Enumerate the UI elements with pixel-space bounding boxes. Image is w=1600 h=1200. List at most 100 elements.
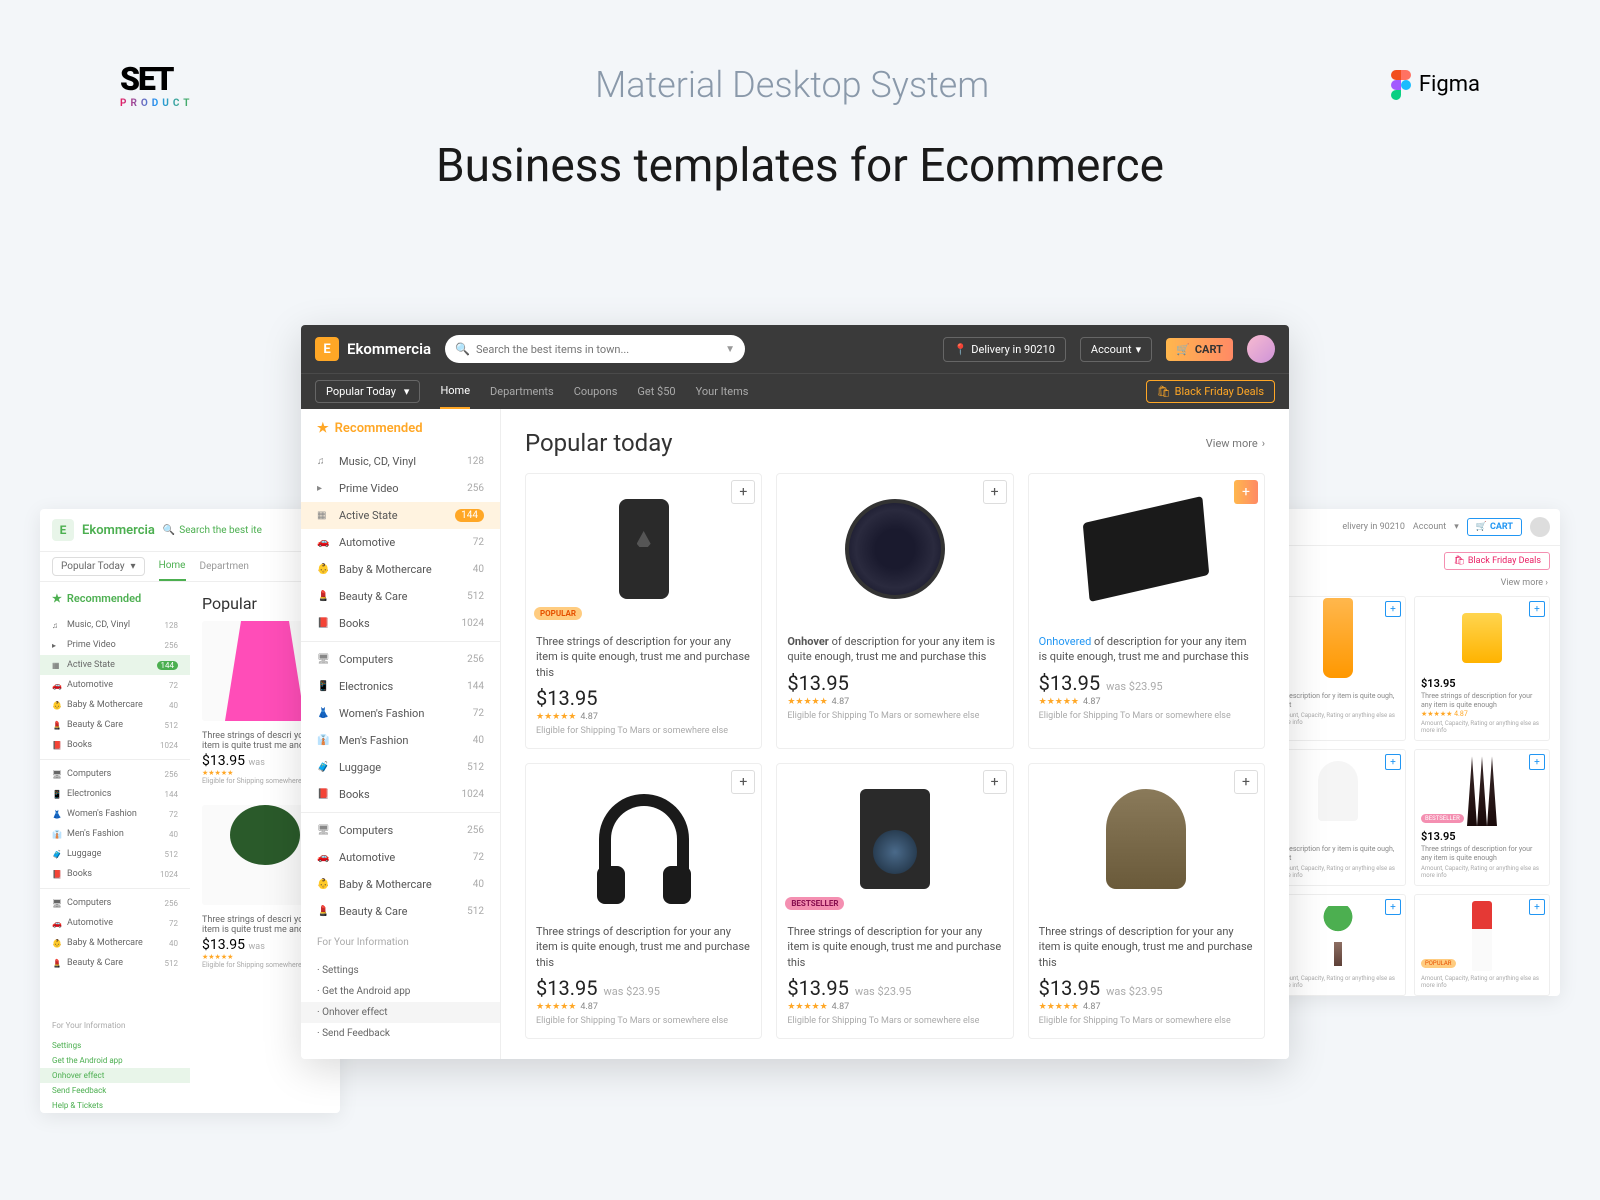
product-card[interactable]: + 5 of description for y item is quite o… — [1270, 596, 1406, 741]
delivery-label: elivery in 90210 — [1342, 522, 1405, 532]
add-button[interactable]: + — [1385, 754, 1401, 770]
sidebar-item[interactable]: 👔Men's Fashion40 — [301, 727, 500, 754]
cart-button[interactable]: 🛒CART — [1166, 338, 1233, 361]
sidebar-footer-link[interactable]: · Send Feedback — [301, 1023, 500, 1044]
sidebar-item[interactable]: 👶Baby & Mothercare40 — [301, 556, 500, 583]
sidebar-item[interactable]: ♫Music, CD, Vinyl128 — [301, 448, 500, 475]
nav-get50[interactable]: Get $50 — [637, 375, 675, 408]
sidebar-footer-link[interactable]: · Onhover effect — [301, 1002, 500, 1023]
search-input[interactable] — [476, 343, 719, 356]
sidebar-item[interactable]: 🖥Computers256 — [301, 817, 500, 844]
sidebar-item[interactable]: 🚗Automotive72 — [40, 913, 190, 933]
account-dropdown[interactable]: Account▾ — [1080, 337, 1152, 362]
sidebar-item[interactable]: 🚗Automotive72 — [301, 844, 500, 871]
sidebar-footer-link[interactable]: Get the Android app — [40, 1053, 190, 1068]
view-more-link[interactable]: View more › — [1260, 570, 1560, 596]
black-friday-button[interactable]: 🛍Black Friday Deals — [1146, 380, 1275, 403]
sidebar-footer-link[interactable]: · Get the Android app — [301, 981, 500, 1002]
sidebar-item[interactable]: 🚗Automotive72 — [301, 529, 500, 556]
sidebar-item[interactable]: 👗Women's Fashion72 — [40, 804, 190, 824]
add-button[interactable]: + — [1529, 601, 1545, 617]
add-button[interactable]: + — [1529, 754, 1545, 770]
sidebar-footer-link[interactable]: Onhover effect — [40, 1068, 190, 1083]
sidebar-item[interactable]: ▸Prime Video256 — [301, 475, 500, 502]
sidebar-item[interactable]: ♫Music, CD, Vinyl128 — [40, 615, 190, 635]
sidebar-item[interactable]: 💄Beauty & Care512 — [40, 715, 190, 735]
sidebar-item[interactable]: 📕Books1024 — [301, 610, 500, 637]
sidebar-item[interactable]: 🚗Automotive72 — [40, 675, 190, 695]
sidebar-item[interactable]: 🖥Computers256 — [301, 646, 500, 673]
sidebar-item[interactable]: 💄Beauty & Care512 — [301, 583, 500, 610]
category-dropdown[interactable]: Popular Today▾ — [315, 380, 420, 403]
sidebar-item[interactable]: ▸Prime Video256 — [40, 635, 190, 655]
sidebar-item[interactable]: 👶Baby & Mothercare40 — [40, 695, 190, 715]
add-button[interactable]: + — [983, 770, 1007, 794]
sidebar-item-label: Baby & Mothercare — [339, 563, 432, 576]
product-card[interactable]: + Three strings of description for your … — [525, 763, 762, 1039]
sidebar-item[interactable]: 📱Electronics144 — [40, 784, 190, 804]
sidebar-item[interactable]: ▦Active State144 — [301, 502, 500, 529]
add-button[interactable]: + — [1234, 770, 1258, 794]
add-button[interactable]: + — [983, 480, 1007, 504]
sidebar-item[interactable]: 📕Books1024 — [301, 781, 500, 808]
add-button[interactable]: + — [1385, 899, 1401, 915]
product-rating: ★★★★★4.87 — [787, 1002, 1002, 1012]
black-friday-button[interactable]: 🛍Black Friday Deals — [1444, 552, 1550, 570]
category-dropdown[interactable]: Popular Today▾ — [52, 557, 145, 576]
avatar[interactable] — [1530, 517, 1550, 537]
nav-departments[interactable]: Departments — [490, 375, 554, 408]
sidebar-item[interactable]: 👶Baby & Mothercare40 — [40, 933, 190, 953]
shipping-info: Eligible for Shipping To Mars or somewhe… — [1039, 711, 1254, 723]
filter-icon[interactable]: ▼ — [725, 344, 735, 355]
search-field[interactable]: 🔍 ▼ — [445, 335, 745, 363]
sidebar-footer-link[interactable]: Settings — [40, 1038, 190, 1053]
nav-home[interactable]: Home — [159, 552, 186, 581]
sidebar-item[interactable]: 📕Books1024 — [40, 864, 190, 884]
product-card[interactable]: + POPULAR Amount, Capacity, Rating or an… — [1414, 894, 1550, 996]
sidebar-item[interactable]: 🧳Luggage512 — [301, 754, 500, 781]
sidebar-footer-link[interactable]: Send Feedback — [40, 1083, 190, 1098]
chevron-down-icon: ▾ — [404, 385, 410, 398]
account-dropdown[interactable]: Account — [1413, 522, 1446, 532]
product-card[interactable]: + BESTSELLER $13.95 Three strings of des… — [1414, 749, 1550, 886]
sidebar-item[interactable]: 📱Electronics144 — [301, 673, 500, 700]
nav-departments[interactable]: Departmen — [200, 553, 249, 580]
sidebar-item[interactable]: 👗Women's Fashion72 — [301, 700, 500, 727]
add-button[interactable]: + — [1529, 899, 1545, 915]
nav-home[interactable]: Home — [440, 374, 470, 409]
product-card[interactable]: + Onhover of description for your any it… — [776, 473, 1013, 749]
avatar[interactable] — [1247, 335, 1275, 363]
product-card[interactable]: + Onhovered of description for your any … — [1028, 473, 1265, 749]
product-card[interactable]: + $13.95 Three strings of description fo… — [1414, 596, 1550, 741]
add-button[interactable]: + — [1385, 601, 1401, 617]
product-rating: ★★★★★4.87 — [536, 712, 751, 722]
sidebar-item[interactable]: 💄Beauty & Care512 — [40, 953, 190, 973]
sidebar-item[interactable]: 🖥Computers256 — [40, 893, 190, 913]
category-icon: 🖥 — [317, 825, 331, 836]
product-card[interactable]: + POPULAR Three strings of description f… — [525, 473, 762, 749]
add-button[interactable]: + — [731, 770, 755, 794]
brand-name: Ekommercia — [347, 340, 431, 358]
product-card[interactable]: + Three strings of description for your … — [1028, 763, 1265, 1039]
product-card[interactable]: + 5 of description for y item is quite o… — [1270, 749, 1406, 886]
add-button[interactable]: + — [731, 480, 755, 504]
sidebar-item[interactable]: 👔Men's Fashion40 — [40, 824, 190, 844]
sidebar-footer-link[interactable]: · Settings — [301, 960, 500, 981]
sidebar-item[interactable]: ▦Active State144 — [40, 655, 190, 675]
sidebar-item-label: Electronics — [339, 680, 393, 693]
nav-youritems[interactable]: Your Items — [696, 375, 749, 408]
delivery-pill[interactable]: 📍Delivery in 90210 — [943, 337, 1066, 362]
sidebar-footer-link[interactable]: Help & Tickets — [40, 1098, 190, 1113]
view-more-link[interactable]: View more› — [1206, 437, 1265, 450]
sidebar-item[interactable]: 🖥Computers256 — [40, 764, 190, 784]
sidebar-item[interactable]: 📕Books1024 — [40, 735, 190, 755]
cart-button[interactable]: 🛒CART — [1467, 518, 1522, 536]
sidebar-item[interactable]: 👶Baby & Mothercare40 — [301, 871, 500, 898]
product-card[interactable]: + Amount, Capacity, Rating or anything e… — [1270, 894, 1406, 996]
sidebar-item-count: 256 — [467, 825, 484, 836]
product-card[interactable]: + BESTSELLER Three strings of descriptio… — [776, 763, 1013, 1039]
sidebar-item[interactable]: 🧳Luggage512 — [40, 844, 190, 864]
sidebar-item[interactable]: 💄Beauty & Care512 — [301, 898, 500, 925]
nav-coupons[interactable]: Coupons — [574, 375, 618, 408]
add-button[interactable]: + — [1234, 480, 1258, 504]
